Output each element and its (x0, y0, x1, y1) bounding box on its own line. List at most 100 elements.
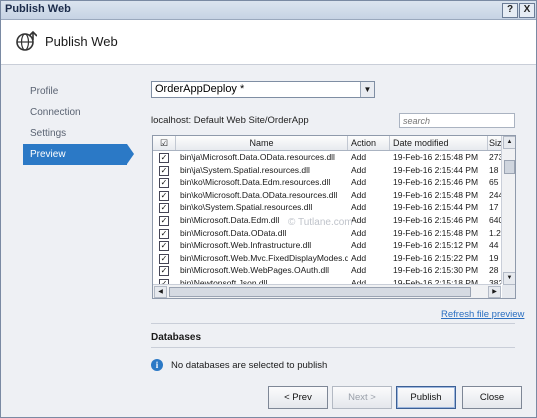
databases-divider (151, 347, 515, 348)
databases-heading: Databases (151, 332, 202, 343)
window-title: Publish Web (5, 3, 71, 15)
publish-web-window: Publish Web ? X Publish Web Profile Conn… (0, 0, 537, 418)
file-size: 18 k (489, 164, 501, 175)
file-action: Add (351, 152, 367, 162)
file-size: 1.26 (489, 227, 501, 238)
column-action[interactable]: Action (348, 136, 390, 150)
file-action: Add (351, 164, 367, 175)
step-preview[interactable]: Preview (23, 144, 134, 165)
scrollbar-corner (502, 285, 515, 298)
file-size: 640 (489, 214, 501, 225)
scroll-right-icon[interactable]: ▶ (488, 286, 501, 298)
file-size: 28 K (489, 265, 501, 276)
file-name: bin\Microsoft.Web.WebPages.OAuth.dll (180, 265, 329, 276)
dropdown-arrow-icon[interactable]: ▼ (360, 82, 374, 97)
scroll-left-icon[interactable]: ◀ (154, 286, 167, 298)
file-name: bin\ko\Microsoft.Data.OData.resources.dl… (180, 189, 338, 200)
search-box[interactable] (399, 113, 515, 128)
file-date-modified: 19-Feb-16 2:15:44 PM (393, 164, 479, 175)
file-size: 273 (489, 152, 501, 162)
row-checkbox[interactable]: ✓ (159, 241, 169, 252)
column-date-modified[interactable]: Date modified (390, 136, 488, 150)
next-button[interactable]: Next > (332, 386, 392, 409)
scroll-up-icon[interactable]: ▲ (503, 136, 515, 149)
file-name: bin\Microsoft.Web.Infrastructure.dll (180, 240, 312, 251)
file-action: Add (351, 189, 367, 200)
prev-button[interactable]: < Prev (268, 386, 328, 409)
file-name: bin\ko\Microsoft.Data.Edm.resources.dll (180, 177, 331, 188)
horizontal-scroll-thumb[interactable] (169, 287, 471, 297)
profile-dropdown[interactable]: OrderAppDeploy * ▼ (151, 81, 375, 98)
row-checkbox[interactable]: ✓ (159, 178, 169, 189)
file-action: Add (351, 252, 367, 263)
site-path-label: localhost: Default Web Site/OrderApp (151, 115, 309, 126)
vertical-scrollbar[interactable]: ▲ ▼ (501, 136, 515, 285)
title-bar: Publish Web ? X (1, 1, 536, 20)
help-button[interactable]: ? (502, 3, 518, 18)
row-checkbox[interactable]: ✓ (159, 266, 169, 277)
info-icon: i (151, 359, 163, 371)
step-profile[interactable]: Profile (23, 81, 127, 102)
table-row[interactable]: ✓ bin\ja\System.Spatial.resources.dll Add 1… (153, 164, 501, 177)
table-row[interactable]: ✓ bin\ko\System.Spatial.resources.dll Add 1… (153, 201, 501, 214)
file-size: 19 K (489, 252, 501, 263)
row-checkbox[interactable]: ✓ (159, 215, 169, 226)
file-action: Add (351, 227, 367, 238)
table-row[interactable]: ✓ bin\ko\Microsoft.Data.OData.resources.d… (153, 189, 501, 202)
file-date-modified: 19-Feb-16 2:15:30 PM (393, 265, 479, 276)
profile-selected-value: OrderAppDeploy * (155, 83, 245, 95)
file-name: bin\Microsoft.Web.Mvc.FixedDisplayModes.… (180, 252, 348, 263)
select-all-checkbox[interactable]: ☑ (153, 136, 176, 150)
scroll-down-icon[interactable]: ▼ (503, 272, 515, 285)
file-name: bin\Microsoft.Data.OData.dll (180, 227, 287, 238)
row-checkbox[interactable]: ✓ (159, 203, 169, 214)
file-date-modified: 19-Feb-16 2:15:44 PM (393, 202, 479, 213)
vertical-scroll-thumb[interactable] (504, 160, 515, 174)
grid-header: ☑ Name Action Date modified Size (153, 136, 503, 151)
file-action: Add (351, 177, 367, 188)
databases-info-text: No databases are selected to publish (171, 360, 328, 371)
row-checkbox[interactable]: ✓ (159, 153, 169, 163)
search-input[interactable] (400, 114, 514, 127)
globe-upload-icon (16, 30, 37, 51)
file-date-modified: 19-Feb-16 2:15:48 PM (393, 189, 479, 200)
file-name: bin\ja\System.Spatial.resources.dll (180, 164, 310, 175)
file-action: Add (351, 240, 367, 251)
file-date-modified: 19-Feb-16 2:15:46 PM (393, 177, 479, 188)
table-row[interactable]: ✓ bin\Microsoft.Data.OData.dll Add 19-Feb-1… (153, 227, 501, 240)
file-action: Add (351, 214, 367, 225)
dialog-header: Publish Web (1, 20, 536, 65)
close-window-button[interactable]: X (519, 3, 535, 18)
wizard-steps: Profile Connection Settings Preview (23, 81, 134, 165)
table-row[interactable]: ✓ bin\ja\Microsoft.Data.OData.resources.d… (153, 151, 501, 164)
file-size: 65 K (489, 177, 501, 188)
publish-button[interactable]: Publish (396, 386, 456, 409)
step-connection[interactable]: Connection (23, 102, 127, 123)
refresh-file-preview-link[interactable]: Refresh file preview (441, 309, 524, 320)
column-name[interactable]: Name (176, 136, 348, 150)
file-date-modified: 19-Feb-16 2:15:12 PM (393, 240, 479, 251)
row-checkbox[interactable]: ✓ (159, 253, 169, 264)
file-date-modified: 19-Feb-16 2:15:46 PM (393, 214, 479, 225)
row-checkbox[interactable]: ✓ (159, 228, 169, 239)
table-row[interactable]: ✓ bin\ko\Microsoft.Data.Edm.resources.dll… (153, 176, 501, 189)
step-settings[interactable]: Settings (23, 123, 127, 144)
watermark: © Tutlane.com (288, 217, 353, 228)
file-action: Add (351, 202, 367, 213)
file-date-modified: 19-Feb-16 2:15:22 PM (393, 252, 479, 263)
file-name: bin\ko\System.Spatial.resources.dll (180, 202, 313, 213)
file-date-modified: 19-Feb-16 2:15:48 PM (393, 152, 479, 162)
horizontal-scrollbar[interactable]: ◀ ▶ (153, 284, 501, 298)
file-size: 44 K (489, 240, 501, 251)
file-name: bin\ja\Microsoft.Data.OData.resources.dl… (180, 152, 335, 162)
header-title: Publish Web (45, 34, 118, 49)
file-date-modified: 19-Feb-16 2:15:48 PM (393, 227, 479, 238)
table-row[interactable]: ✓ bin\Microsoft.Web.Mvc.FixedDisplayModes… (153, 252, 501, 265)
row-checkbox[interactable]: ✓ (159, 165, 169, 176)
row-checkbox[interactable]: ✓ (159, 190, 169, 201)
close-button[interactable]: Close (462, 386, 522, 409)
file-size: 17 k (489, 202, 501, 213)
section-divider (151, 323, 515, 324)
table-row[interactable]: ✓ bin\Microsoft.Web.Infrastructure.dll Add… (153, 239, 501, 252)
table-row[interactable]: ✓ bin\Microsoft.Web.WebPages.OAuth.dll Add… (153, 264, 501, 277)
